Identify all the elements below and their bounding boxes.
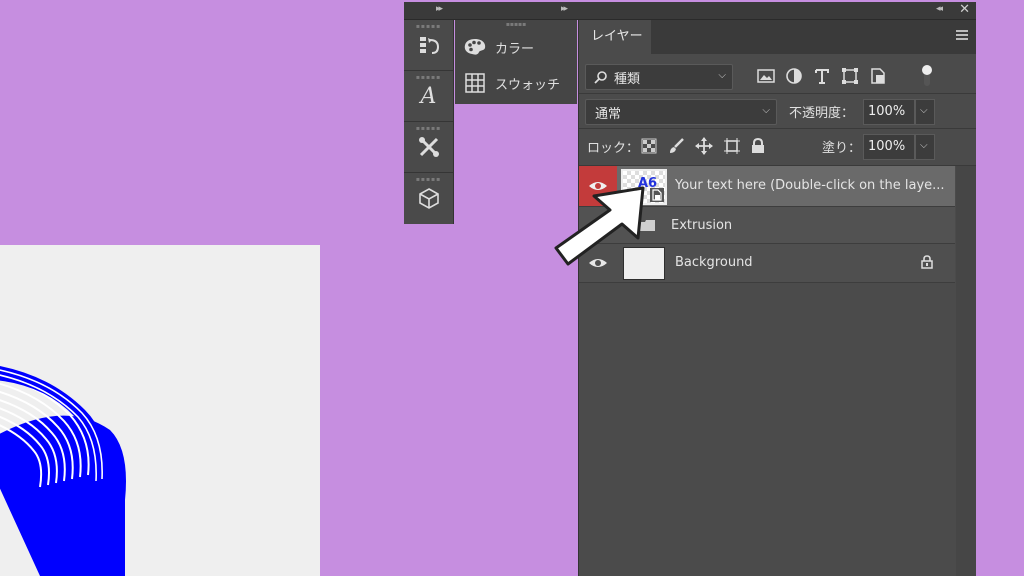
tools-preset-icon (418, 137, 439, 157)
grip-icon: ▪▪▪▪▪ (415, 74, 442, 81)
grip-icon: ▪▪▪▪▪ (505, 21, 527, 28)
lock-transparent-pixels-icon[interactable] (641, 138, 657, 154)
expand-arrows-icon[interactable]: ◂◂ (936, 4, 943, 14)
layer-filter-select[interactable]: 種類 ⌵ (585, 64, 733, 90)
filter-icons (757, 66, 887, 86)
swatches-panel-label: スウォッチ (495, 77, 561, 93)
lock-image-pixels-icon[interactable] (667, 137, 685, 155)
pointer-arrow-icon (554, 186, 645, 266)
lock-icon (921, 255, 933, 269)
adjustment-filter-icon[interactable] (785, 67, 803, 85)
color-panel-label: カラー (495, 41, 535, 57)
chevron-down-icon: ⌵ (920, 140, 928, 151)
color-panel-button[interactable]: カラー (455, 30, 577, 64)
grip-icon: ▪▪▪▪▪ (415, 23, 442, 30)
layer-filter-value: 種類 (614, 72, 641, 87)
swatches-grid-icon (465, 73, 485, 93)
chevron-down-icon: ⌵ (920, 105, 928, 116)
smartobject-filter-icon[interactable] (869, 67, 887, 85)
collapse-arrows-icon[interactable]: ▸▸ (436, 4, 443, 14)
history-icon (419, 37, 439, 54)
layers-tab-bar: レイヤー (579, 20, 976, 54)
collapse-arrows-icon[interactable]: ▸▸ (561, 4, 568, 14)
search-icon (594, 71, 607, 84)
document-canvas[interactable] (0, 245, 320, 576)
color-palette-icon (464, 39, 486, 55)
grip-icon: ▪▪▪▪▪ (415, 176, 442, 183)
filter-toggle-switch[interactable] (921, 64, 933, 88)
opacity-dropdown[interactable]: ⌵ (915, 99, 935, 125)
shape-filter-icon[interactable] (841, 67, 859, 85)
character-icon: A (420, 83, 437, 109)
collapsed-panels-column: ▪▪▪▪▪ ▪▪▪▪▪ A ▪▪▪▪▪ ▪▪▪▪▪ (404, 20, 454, 224)
lock-all-icon[interactable] (751, 138, 765, 154)
character-panel-button[interactable]: ▪▪▪▪▪ A (404, 71, 453, 122)
history-panel-button[interactable]: ▪▪▪▪▪ (404, 20, 453, 71)
prevent-autonest-icon[interactable] (723, 137, 741, 155)
swatches-panel-button[interactable]: スウォッチ (455, 66, 577, 100)
panel-menu-icon[interactable] (956, 30, 968, 42)
fill-input[interactable]: 100% (863, 134, 915, 160)
image-filter-icon[interactable] (757, 68, 775, 84)
lock-icons (641, 136, 765, 156)
color-swatches-panel: ▪▪▪▪▪ カラー スウォッチ (455, 20, 577, 104)
blend-mode-value: 通常 (595, 107, 622, 122)
layers-scrollbar[interactable] (956, 166, 976, 576)
fill-label: 塗り： (822, 141, 862, 156)
chevron-down-icon: ⌵ (718, 70, 726, 81)
tool-presets-button[interactable]: ▪▪▪▪▪ (404, 122, 453, 173)
fill-dropdown[interactable]: ⌵ (915, 134, 935, 160)
divider (579, 93, 976, 94)
close-icon[interactable]: ✕ (959, 2, 970, 17)
grip-icon: ▪▪▪▪▪ (415, 125, 442, 132)
blend-mode-select[interactable]: 通常 ⌵ (585, 99, 777, 125)
layer-name: Background (675, 255, 753, 270)
lock-position-icon[interactable] (695, 137, 713, 155)
opacity-label: 不透明度： (789, 106, 855, 121)
layer-name: Your text here (Double-click on the laye… (675, 178, 945, 193)
chevron-down-icon: ⌵ (762, 105, 770, 116)
divider (579, 128, 976, 129)
layer-name: Extrusion (671, 218, 733, 233)
type-filter-icon[interactable] (813, 67, 831, 85)
opacity-input[interactable]: 100% (863, 99, 915, 125)
layers-panel: レイヤー 種類 ⌵ 通常 ⌵ 不透明度： 100% ⌵ ロック： 塗り： 100… (578, 20, 976, 576)
3d-icon (418, 188, 439, 209)
lock-label: ロック： (587, 141, 640, 156)
3d-panel-button[interactable]: ▪▪▪▪▪ (404, 173, 453, 223)
panel-header-bar[interactable]: ▸▸ ▸▸ ◂◂ ✕ (404, 2, 976, 20)
tab-layers[interactable]: レイヤー (579, 20, 651, 54)
extruded-text-artwork (0, 366, 126, 576)
